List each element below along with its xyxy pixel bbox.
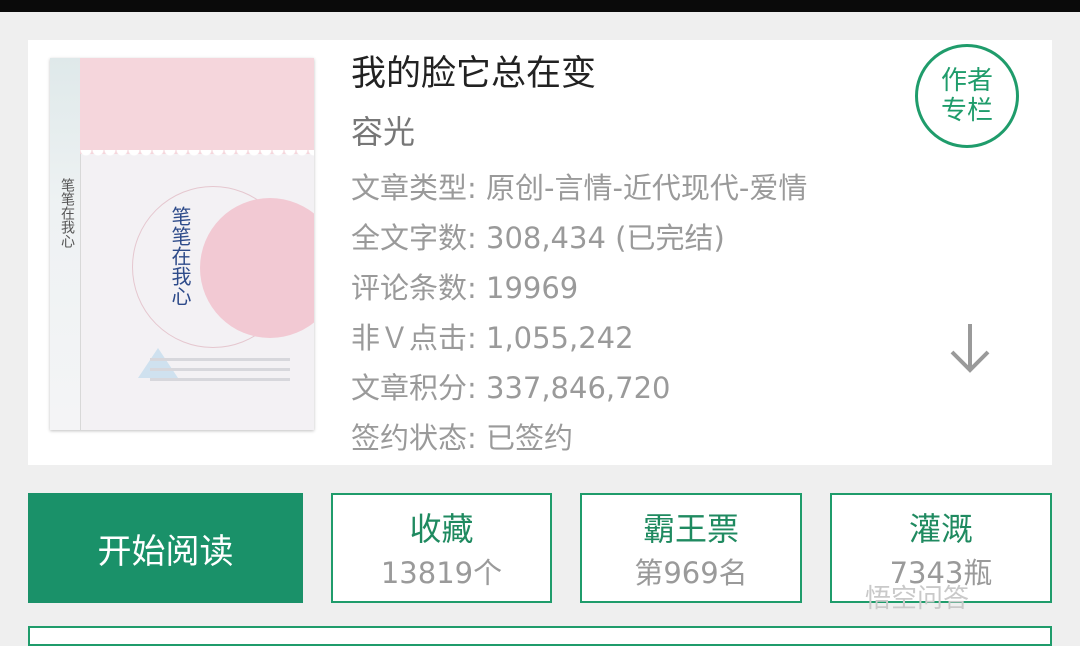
book-cover-image[interactable]: 笔笔在我心 笔笔在我心	[50, 58, 314, 430]
author-column-label-2: 专栏	[940, 96, 993, 126]
status-bar	[0, 0, 1080, 12]
book-info-card: 笔笔在我心 笔笔在我心 我的脸它总在变 容光 文章类型: 原创-言情-近代现代-…	[28, 40, 1052, 465]
cover-spine-title: 笔笔在我心	[59, 178, 75, 248]
ticket-button[interactable]: 霸王票 第969名	[580, 493, 802, 603]
cover-lace	[80, 150, 314, 160]
ticket-rank: 第969名	[634, 556, 748, 590]
arrow-down-icon[interactable]	[946, 320, 994, 376]
start-reading-label: 开始阅读	[97, 531, 234, 572]
info-comment-count: 评论条数: 19969	[351, 271, 579, 305]
start-reading-button[interactable]: 开始阅读	[28, 493, 303, 603]
watermark: 悟空问答	[865, 584, 970, 614]
irrigate-label: 灌溉	[908, 510, 973, 548]
author-column-button[interactable]: 作者 专栏	[915, 44, 1019, 148]
info-category: 文章类型: 原创-言情-近代现代-爱情	[351, 171, 808, 205]
info-click-count: 非Ｖ点击: 1,055,242	[351, 321, 634, 355]
next-section-edge	[28, 626, 1052, 646]
collect-count: 13819个	[380, 556, 503, 590]
info-word-count: 全文字数: 308,434 (已完结)	[351, 221, 725, 255]
book-title: 我的脸它总在变	[351, 54, 597, 94]
cover-pink-band	[80, 58, 314, 154]
cover-title: 笔笔在我心	[168, 206, 192, 306]
ticket-label: 霸王票	[642, 510, 739, 548]
author-column-label-1: 作者	[940, 66, 993, 96]
cover-text-lines	[150, 358, 290, 408]
info-score: 文章积分: 337,846,720	[351, 371, 671, 405]
book-author[interactable]: 容光	[351, 110, 415, 154]
collect-button[interactable]: 收藏 13819个	[331, 493, 552, 603]
collect-label: 收藏	[409, 510, 474, 548]
cover-spine: 笔笔在我心	[50, 58, 81, 430]
info-sign-status: 签约状态: 已签约	[351, 421, 573, 455]
